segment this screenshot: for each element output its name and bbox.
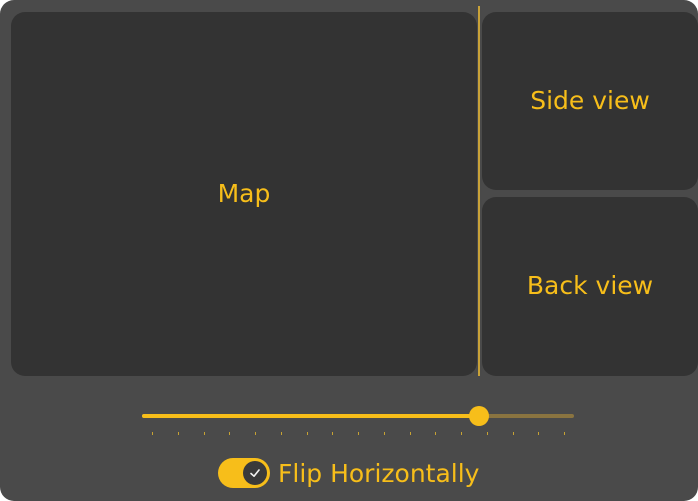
back-view-panel[interactable]: Back view <box>482 197 698 376</box>
slider-tick <box>307 432 308 435</box>
side-view-panel[interactable]: Side view <box>482 12 698 190</box>
slider-tick <box>513 432 514 435</box>
slider-ticks <box>142 432 574 436</box>
slider-tick <box>229 432 230 435</box>
slider-tick <box>281 432 282 435</box>
slider-tick <box>152 432 153 435</box>
slider-tick <box>178 432 179 435</box>
window: Map Side view Back view Flip Horizontall… <box>0 0 698 501</box>
view-slider[interactable] <box>142 404 574 444</box>
side-view-label: Side view <box>530 85 650 115</box>
flip-horizontally-row[interactable]: Flip Horizontally <box>218 455 479 491</box>
back-view-label: Back view <box>526 271 654 300</box>
slider-tick <box>384 432 385 435</box>
slider-fill <box>142 414 479 418</box>
map-label: Map <box>217 178 271 208</box>
flip-horizontally-label: Flip Horizontally <box>278 458 480 488</box>
slider-tick <box>410 432 411 435</box>
slider-tick <box>538 432 539 435</box>
slider-tick <box>204 432 205 435</box>
check-icon <box>250 469 260 477</box>
slider-tick <box>435 432 436 435</box>
slider-tick <box>487 432 488 435</box>
flip-horizontally-toggle[interactable] <box>218 458 270 488</box>
slider-tick <box>461 432 462 435</box>
slider-tick <box>564 432 565 435</box>
slider-tick <box>358 432 359 435</box>
slider-tick <box>332 432 333 435</box>
panel-divider[interactable] <box>478 6 480 376</box>
slider-thumb[interactable] <box>469 406 489 426</box>
slider-tick <box>255 432 256 435</box>
toggle-knob <box>243 461 267 485</box>
map-panel[interactable]: Map <box>11 12 477 376</box>
